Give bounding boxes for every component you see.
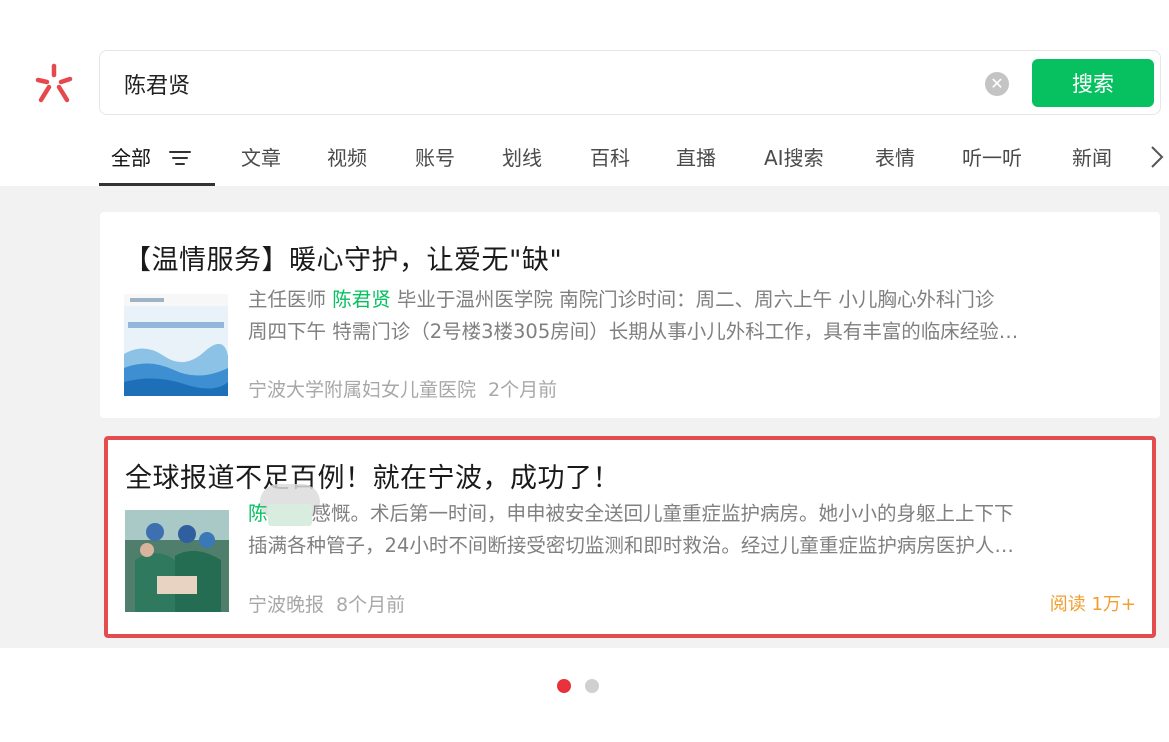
tab-label: 直播	[676, 146, 716, 170]
tab-label: 文章	[241, 146, 281, 170]
tab-news[interactable]: 新闻	[1072, 138, 1112, 182]
snippet-text: 主任医师	[248, 288, 333, 311]
tab-label: AI搜索	[764, 146, 824, 170]
read-count: 阅读 1万+	[1049, 594, 1136, 615]
snippet-text: 毕业于温州医学院 南院门诊时间：周二、周六上午 小儿胸心外科门诊	[390, 288, 995, 311]
snippet-text: 周四下午 特需门诊（2号楼3楼305房间）长期从事小儿外科工作，具有丰富的临床经…	[248, 320, 1019, 343]
result-thumbnail[interactable]	[124, 294, 228, 396]
filter-icon[interactable]	[169, 149, 192, 167]
tab-label: 新闻	[1072, 146, 1112, 170]
result-time: 8个月前	[336, 594, 406, 616]
tab-label: 账号	[415, 146, 455, 170]
snippet-text: 感慨。术后第一时间，申申被安全送回儿童重症监护病房。她小小的身躯上上下下	[311, 502, 1014, 525]
result-snippet: 陈 感慨。术后第一时间，申申被安全送回儿童重症监护病房。她小小的身躯上上下下 插满…	[248, 498, 1132, 562]
result-card[interactable]: 【温情服务】暖心守护，让爱无"缺" 主任医师 陈君贤 毕业于温州医学院 南院门诊…	[100, 212, 1160, 418]
clear-circle-icon[interactable]: ✕	[985, 72, 1009, 96]
result-source[interactable]: 宁波晚报	[248, 594, 324, 616]
result-source[interactable]: 宁波大学附属妇女儿童医院	[248, 379, 476, 401]
tab-underlines[interactable]: 划线	[502, 138, 542, 182]
privacy-blur	[267, 503, 312, 526]
result-card-highlighted[interactable]: 全球报道不足百例！就在宁波，成功了！ 陈感慨。术后第一时间，申申被安全送回儿童重…	[104, 436, 1156, 638]
search-page: ✕ 搜索 全部 文章 视频 账号 划线 百科 直播 AI搜索	[0, 0, 1169, 742]
result-meta: 宁波晚报 8个月前	[248, 590, 405, 617]
thumbnail-image	[125, 510, 229, 612]
tab-stickers[interactable]: 表情	[875, 138, 915, 182]
search-box: ✕ 搜索	[99, 50, 1161, 115]
result-title[interactable]: 全球报道不足百例！就在宁波，成功了！	[125, 456, 620, 495]
tab-label: 听一听	[962, 146, 1022, 170]
tab-bar: 全部 文章 视频 账号 划线 百科 直播 AI搜索 表情 听一听 新闻	[99, 138, 1169, 186]
tab-label: 表情	[875, 146, 915, 170]
result-title[interactable]: 【温情服务】暖心守护，让爱无"缺"	[124, 238, 562, 277]
tab-label: 划线	[502, 146, 542, 170]
tab-ai-search[interactable]: AI搜索	[764, 138, 824, 182]
snippet-highlight: 陈君贤	[332, 288, 391, 311]
results-list: 【温情服务】暖心守护，让爱无"缺" 主任医师 陈君贤 毕业于温州医学院 南院门诊…	[0, 186, 1169, 648]
result-time: 2个月前	[488, 379, 558, 401]
tab-label: 百科	[590, 146, 630, 170]
result-thumbnail[interactable]	[125, 510, 229, 612]
result-meta: 宁波大学附属妇女儿童医院 2个月前	[248, 375, 557, 402]
pager-dot-active[interactable]	[557, 679, 571, 693]
tab-articles[interactable]: 文章	[241, 138, 281, 182]
chevron-right-icon[interactable]	[1147, 142, 1167, 172]
tab-label: 视频	[327, 146, 367, 170]
tab-label: 全部	[111, 146, 151, 170]
tab-listen[interactable]: 听一听	[962, 138, 1022, 182]
carousel-pager	[557, 679, 607, 695]
snippet-highlight: 陈	[248, 502, 268, 525]
tab-videos[interactable]: 视频	[327, 138, 367, 182]
snippet-text: 插满各种管子，24小时不间断接受密切监测和即时救治。经过儿童重症监护病房医护人…	[248, 534, 1014, 557]
search-input[interactable]	[124, 67, 944, 101]
search-header: ✕ 搜索 全部 文章 视频 账号 划线 百科 直播 AI搜索	[0, 0, 1169, 186]
app-logo-icon[interactable]	[32, 62, 76, 106]
thumbnail-image	[124, 294, 228, 396]
result-snippet: 主任医师 陈君贤 毕业于温州医学院 南院门诊时间：周二、周六上午 小儿胸心外科门…	[248, 284, 1132, 348]
tab-all[interactable]: 全部	[111, 138, 192, 182]
tab-accounts[interactable]: 账号	[415, 138, 455, 182]
search-button[interactable]: 搜索	[1032, 59, 1154, 107]
tab-encyclopedia[interactable]: 百科	[590, 138, 630, 182]
tab-live[interactable]: 直播	[676, 138, 716, 182]
pager-dot[interactable]	[585, 679, 599, 693]
